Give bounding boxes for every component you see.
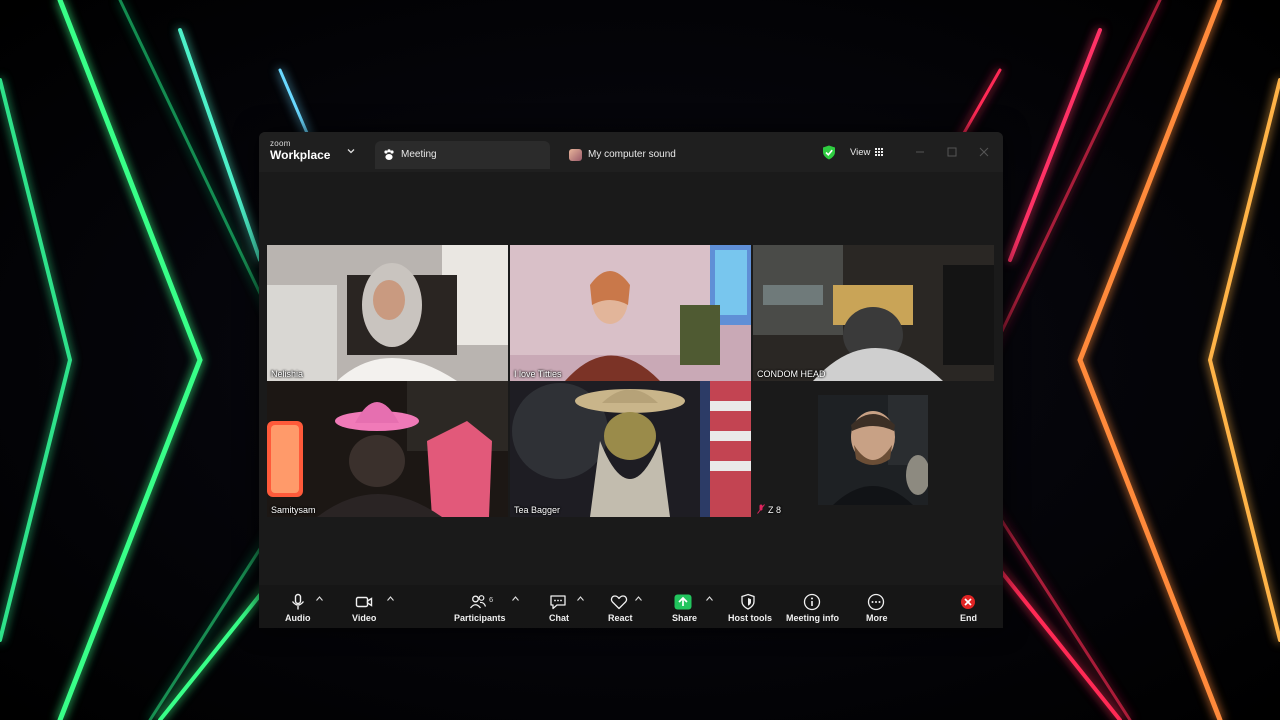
sound-share-icon xyxy=(569,149,582,161)
meeting-toolbar: Audio Video 6 Participants Chat React Sh… xyxy=(259,585,1003,628)
end-label: End xyxy=(960,613,977,623)
participants-button[interactable]: 6 Participants xyxy=(451,585,506,628)
chevron-down-icon[interactable] xyxy=(347,147,355,155)
logo-small-text: zoom xyxy=(270,139,291,148)
meeting-info-label: Meeting info xyxy=(786,613,839,623)
video-tile-condom-head[interactable]: CONDOM HEAD xyxy=(753,245,994,381)
participant-name: I love Titties xyxy=(514,369,562,379)
participant-video xyxy=(510,381,751,517)
more-label: More xyxy=(866,613,888,623)
muted-mic-icon xyxy=(757,504,765,514)
minimize-icon[interactable] xyxy=(914,146,926,158)
video-tile-z8[interactable]: Z 8 xyxy=(753,381,994,517)
view-button[interactable]: View xyxy=(841,142,891,162)
more-dots-icon xyxy=(867,593,885,611)
participants-count: 6 xyxy=(489,595,494,604)
host-tools-label: Host tools xyxy=(728,613,772,623)
audio-options-caret-icon[interactable] xyxy=(316,596,323,601)
participant-video xyxy=(753,245,994,381)
video-tile-nelishia[interactable]: Nelishia xyxy=(267,245,508,381)
participant-video xyxy=(267,381,508,517)
participant-name: Z 8 xyxy=(768,505,782,515)
maximize-icon[interactable] xyxy=(946,146,958,158)
video-options-caret-icon[interactable] xyxy=(387,596,394,601)
video-camera-icon xyxy=(355,596,373,608)
more-button[interactable]: More xyxy=(863,585,889,628)
share-button[interactable]: Share xyxy=(669,585,697,628)
logo-big-text: Workplace xyxy=(270,148,331,162)
grid-icon xyxy=(875,148,883,156)
participant-name: Samitysam xyxy=(271,505,316,515)
participants-label: Participants xyxy=(454,613,506,623)
tab-meeting[interactable]: Meeting xyxy=(375,141,550,169)
host-shield-icon xyxy=(741,593,755,610)
host-tools-button[interactable]: Host tools xyxy=(726,585,772,628)
security-shield-icon[interactable] xyxy=(822,145,836,160)
end-x-icon xyxy=(961,595,975,609)
participant-name: Tea Bagger xyxy=(514,505,561,515)
video-label: Video xyxy=(352,613,377,623)
chat-bubble-icon xyxy=(550,595,566,610)
tab-my-computer-sound[interactable]: My computer sound xyxy=(567,141,757,169)
share-label: Share xyxy=(672,613,698,623)
zoom-workplace-logo[interactable]: zoom Workplace xyxy=(270,139,331,162)
react-button[interactable]: React xyxy=(606,585,633,628)
participant-name: Nelishia xyxy=(271,369,304,379)
share-screen-icon xyxy=(674,594,692,610)
paw-icon xyxy=(384,149,394,160)
video-tile-i-love-titties[interactable]: I love Titties xyxy=(510,245,751,381)
participants-icon xyxy=(469,595,487,609)
video-gallery: Nelishia I love Titties CONDOM HEAD Sami… xyxy=(259,172,1003,585)
heart-icon xyxy=(610,595,628,610)
participant-name: CONDOM HEAD xyxy=(757,369,826,379)
video-tile-tea-bagger[interactable]: Tea Bagger xyxy=(510,381,751,517)
tab-sound-label: My computer sound xyxy=(588,149,676,160)
chat-label: Chat xyxy=(549,613,569,623)
participant-video xyxy=(818,395,928,505)
video-tile-samitysam[interactable]: Samitysam xyxy=(267,381,508,517)
microphone-icon xyxy=(291,593,305,610)
meeting-info-button[interactable]: Meeting info xyxy=(785,585,839,628)
participants-options-caret-icon[interactable] xyxy=(512,596,519,601)
participant-video xyxy=(510,245,751,381)
title-bar: zoom Workplace Meeting My computer sound… xyxy=(259,132,1003,172)
audio-label: Audio xyxy=(285,613,311,623)
react-options-caret-icon[interactable] xyxy=(635,596,642,601)
chat-button[interactable]: Chat xyxy=(546,585,570,628)
participant-video xyxy=(267,245,508,381)
video-button[interactable]: Video xyxy=(347,585,381,628)
share-options-caret-icon[interactable] xyxy=(706,596,713,601)
zoom-window: zoom Workplace Meeting My computer sound… xyxy=(259,132,1003,628)
view-label: View xyxy=(850,147,871,158)
end-meeting-button[interactable]: End xyxy=(957,585,979,628)
audio-button[interactable]: Audio xyxy=(281,585,315,628)
close-icon[interactable] xyxy=(978,146,990,158)
tab-meeting-label: Meeting xyxy=(401,149,437,160)
react-label: React xyxy=(608,613,633,623)
chat-options-caret-icon[interactable] xyxy=(577,596,584,601)
info-icon xyxy=(803,593,821,611)
